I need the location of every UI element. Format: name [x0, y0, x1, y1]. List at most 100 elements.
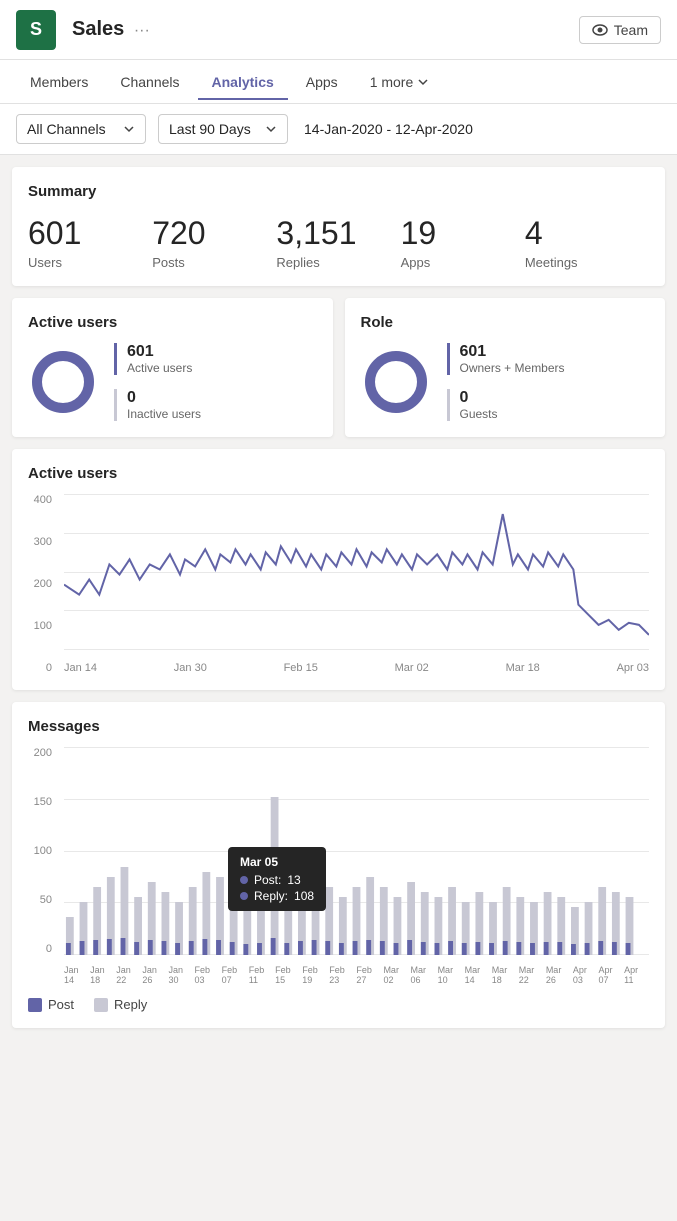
tab-apps[interactable]: Apps	[292, 64, 352, 100]
bar-y-200: 200	[28, 747, 52, 759]
stat-replies-label: Replies	[276, 255, 400, 270]
bar-y-0: 0	[28, 943, 52, 955]
bar-x-label: Feb 19	[302, 965, 329, 985]
role-donut-section: 601 Owners + Members 0 Guests	[361, 343, 650, 421]
bar-x-label: Apr 11	[624, 965, 649, 985]
tooltip-date: Mar 05	[240, 855, 314, 869]
bar-x-label: Jan 30	[168, 965, 194, 985]
chart-plot	[64, 494, 649, 650]
inactive-count: 0	[127, 389, 201, 407]
bar-x-label: Mar 10	[438, 965, 465, 985]
stat-replies-value: 3,151	[276, 216, 400, 251]
tab-analytics[interactable]: Analytics	[198, 64, 288, 100]
bar-y-100: 100	[28, 845, 52, 857]
bar-x-label: Feb 11	[249, 965, 275, 985]
bar-x-label: Mar 06	[411, 965, 438, 985]
bar-x-label: Jan 14	[64, 965, 90, 985]
bar-chart-area: 200 150 100 50 0	[28, 747, 649, 987]
tooltip-reply-label: Reply:	[254, 889, 288, 903]
bar-x-label: Feb 07	[222, 965, 249, 985]
line-chart-svg	[64, 494, 649, 650]
legend-reply-label: Reply	[114, 997, 147, 1012]
tooltip-reply-value: 108	[294, 889, 314, 903]
legend-reply: Reply	[94, 997, 147, 1012]
guests-label: Guests	[460, 407, 565, 421]
chevron-down-icon	[265, 123, 277, 135]
y-label-0: 0	[28, 662, 52, 674]
summary-card: Summary 601 Users 720 Posts 3,151 Replie…	[12, 167, 665, 286]
bar-x-label: Mar 02	[383, 965, 410, 985]
donut-legend: 601 Active users 0 Inactive users	[114, 343, 201, 421]
legend-post: Post	[28, 997, 74, 1012]
members-label: Owners + Members	[460, 361, 565, 375]
legend-post-label: Post	[48, 997, 74, 1012]
bar-chart-title: Messages	[28, 718, 649, 735]
bar-x-label: Feb 03	[195, 965, 222, 985]
y-label-400: 400	[28, 494, 52, 506]
stat-users: 601 Users	[28, 216, 152, 270]
bar-chart-svg	[64, 747, 649, 955]
stat-users-label: Users	[28, 255, 152, 270]
stat-meetings-label: Meetings	[525, 255, 649, 270]
team-name: Sales ···	[68, 18, 579, 41]
x-label-apr03: Apr 03	[617, 662, 649, 674]
active-users-title: Active users	[28, 314, 317, 331]
line-chart-card: Active users 400 300 200 100 0	[12, 449, 665, 690]
channel-filter[interactable]: All Channels	[16, 114, 146, 144]
team-button[interactable]: Team	[579, 16, 661, 44]
chevron-down-icon	[123, 123, 135, 135]
stat-posts: 720 Posts	[152, 216, 276, 270]
tab-channels[interactable]: Channels	[106, 64, 193, 100]
stat-apps-label: Apps	[401, 255, 525, 270]
bar-chart-card: Messages 200 150 100 50 0	[12, 702, 665, 1028]
x-axis: Jan 14 Jan 30 Feb 15 Mar 02 Mar 18 Apr 0…	[64, 662, 649, 674]
summary-stats: 601 Users 720 Posts 3,151 Replies 19 App…	[28, 216, 649, 270]
stat-apps: 19 Apps	[401, 216, 525, 270]
x-label-jan14: Jan 14	[64, 662, 97, 674]
bar-chart-tooltip: Mar 05 Post: 13 Reply: 108	[228, 847, 326, 911]
stat-posts-value: 720	[152, 216, 276, 251]
main-content: Summary 601 Users 720 Posts 3,151 Replie…	[0, 155, 677, 1040]
bar-x-label: Apr 07	[599, 965, 625, 985]
bar-x-label: Feb 15	[275, 965, 302, 985]
stat-replies: 3,151 Replies	[276, 216, 400, 270]
x-label-jan30: Jan 30	[174, 662, 207, 674]
tooltip-post-value: 13	[287, 873, 300, 887]
active-count: 601	[127, 343, 201, 361]
bar-x-label: Mar 18	[492, 965, 519, 985]
date-range-label: 14-Jan-2020 - 12-Apr-2020	[304, 121, 473, 137]
y-axis: 400 300 200 100 0	[28, 494, 56, 674]
active-label: Active users	[127, 361, 201, 375]
guests-count: 0	[460, 389, 565, 407]
tooltip-reply-row: Reply: 108	[240, 889, 314, 903]
bar-x-label: Mar 26	[546, 965, 573, 985]
role-donut-legend: 601 Owners + Members 0 Guests	[447, 343, 565, 421]
bar-x-axis: Jan 14 Jan 18 Jan 22 Jan 26 Jan 30 Feb 0…	[64, 955, 649, 987]
stat-meetings: 4 Meetings	[525, 216, 649, 270]
bar-chart-legend: Post Reply	[28, 997, 649, 1012]
bar-x-label: Mar 22	[519, 965, 546, 985]
y-label-100: 100	[28, 620, 52, 632]
app-header: S Sales ··· Team	[0, 0, 677, 60]
y-label-200: 200	[28, 578, 52, 590]
inactive-label: Inactive users	[127, 407, 201, 421]
role-title: Role	[361, 314, 650, 331]
eye-icon	[592, 22, 608, 38]
x-label-feb15: Feb 15	[284, 662, 318, 674]
bar-y-150: 150	[28, 796, 52, 808]
y-label-300: 300	[28, 536, 52, 548]
bar-x-label: Feb 23	[329, 965, 356, 985]
role-card: Role 601 Owners + Members 0 Guests	[345, 298, 666, 437]
bar-x-label: Jan 22	[116, 965, 142, 985]
line-chart-area: 400 300 200 100 0 Jan 14	[28, 494, 649, 674]
period-filter[interactable]: Last 90 Days	[158, 114, 288, 144]
legend-post-box	[28, 998, 42, 1012]
stat-apps-value: 19	[401, 216, 525, 251]
stat-posts-label: Posts	[152, 255, 276, 270]
active-users-donut	[28, 347, 98, 417]
line-chart-title: Active users	[28, 465, 649, 482]
stat-meetings-value: 4	[525, 216, 649, 251]
nav-bar: Members Channels Analytics Apps 1 more	[0, 60, 677, 104]
tab-more[interactable]: 1 more	[356, 64, 444, 100]
tab-members[interactable]: Members	[16, 64, 102, 100]
